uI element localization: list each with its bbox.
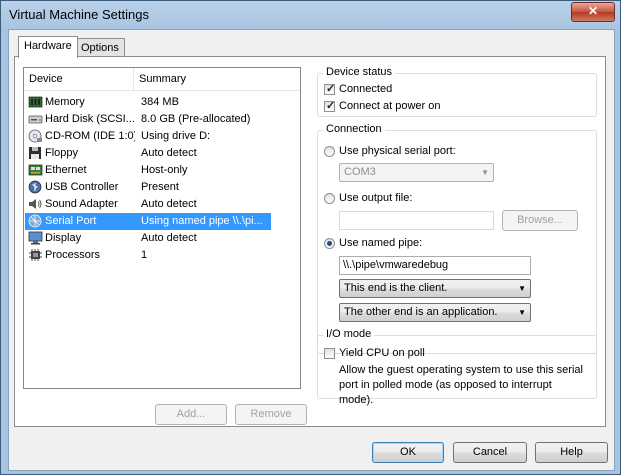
device-row-ethernet[interactable]: Ethernet Host-only (25, 162, 271, 179)
device-row-cdrom[interactable]: CD-ROM (IDE 1:0) Using drive D: (25, 128, 271, 145)
device-name: Ethernet (45, 164, 87, 176)
floppy-icon (29, 147, 41, 159)
device-name: Display (45, 232, 82, 244)
chevron-down-icon: ▼ (518, 308, 526, 317)
processor-icon (29, 249, 42, 261)
tab-hardware-label: Hardware (24, 40, 72, 52)
help-button[interactable]: Help (535, 442, 608, 463)
device-name: Memory (45, 96, 85, 108)
pipe-end-select[interactable]: This end is the client. ▼ (339, 279, 531, 298)
device-summary: 1 (141, 249, 148, 261)
check-icon: ✓ (326, 83, 336, 95)
device-status-label: Device status (323, 66, 396, 78)
io-mode-group: I/O mode Yield CPU on poll Allow the gue… (317, 328, 597, 406)
tab-options-label: Options (81, 42, 119, 54)
browse-button[interactable]: Browse... (502, 210, 578, 231)
chevron-down-icon: ▼ (518, 284, 526, 293)
chevron-down-icon: ▼ (481, 168, 489, 177)
device-name: Serial Port (45, 215, 97, 227)
physical-serial-port-label[interactable]: Use physical serial port: (339, 145, 456, 157)
device-name: Processors (45, 249, 101, 261)
device-summary: Auto detect (141, 232, 197, 244)
device-row-processors[interactable]: Processors 1 (25, 247, 271, 264)
connection-group: Connection Use physical serial port: COM… (317, 123, 597, 354)
tab-hardware[interactable]: Hardware (18, 36, 78, 58)
connected-label[interactable]: Connected (339, 83, 392, 95)
radio-selected-dot (327, 241, 332, 246)
speaker-icon (29, 199, 42, 209)
check-icon: ✓ (326, 100, 336, 112)
device-row-hard-disk[interactable]: Hard Disk (SCSI... 8.0 GB (Pre-allocated… (25, 111, 271, 128)
named-pipe-radio[interactable] (324, 238, 335, 249)
physical-port-select[interactable]: COM3 ▼ (339, 163, 494, 182)
named-pipe-label[interactable]: Use named pipe: (339, 237, 422, 249)
memory-icon (28, 96, 43, 108)
cancel-button[interactable]: Cancel (453, 442, 527, 463)
virtual-machine-settings-window: Virtual Machine Settings ✕ Hardware Opti… (0, 0, 621, 475)
other-end-select[interactable]: The other end is an application. ▼ (339, 303, 531, 322)
device-row-floppy[interactable]: Floppy Auto detect (25, 145, 271, 162)
connection-label: Connection (323, 123, 385, 135)
device-row-serial-port[interactable]: Serial Port Using named pipe \\.\pi... (25, 213, 271, 230)
device-summary: Using named pipe \\.\pi... (141, 215, 263, 227)
output-file-input[interactable] (339, 211, 494, 230)
device-name: USB Controller (45, 181, 119, 193)
device-name: CD-ROM (IDE 1:0) (45, 130, 135, 142)
device-summary: Auto detect (141, 198, 197, 210)
close-icon: ✕ (587, 4, 599, 18)
named-pipe-input[interactable]: \\.\pipe\vmwaredebug (339, 256, 531, 275)
window-title: Virtual Machine Settings (9, 7, 149, 22)
device-name: Floppy (45, 147, 79, 159)
device-list-header: Device Summary (24, 68, 300, 91)
device-summary: Auto detect (141, 147, 197, 159)
cdrom-icon (28, 129, 42, 143)
connected-checkbox[interactable]: ✓ (324, 83, 336, 95)
connect-at-power-on-label[interactable]: Connect at power on (339, 100, 441, 112)
device-row-display[interactable]: Display Auto detect (25, 230, 271, 247)
dialog-client-area: Hardware Options Device Summary Memory 3… (8, 29, 615, 471)
add-device-button[interactable]: Add... (155, 404, 227, 425)
yield-cpu-checkbox[interactable] (324, 348, 335, 359)
display-icon (28, 231, 43, 245)
io-mode-description: Allow the guest operating system to use … (339, 364, 583, 406)
device-name: Hard Disk (SCSI... (45, 113, 135, 125)
remove-device-button[interactable]: Remove (235, 404, 307, 425)
serial-port-icon (28, 214, 42, 228)
column-header-device[interactable]: Device (24, 68, 134, 90)
yield-cpu-label[interactable]: Yield CPU on poll (339, 347, 425, 359)
ethernet-icon (28, 164, 43, 176)
other-end-value: The other end is an application. (344, 306, 498, 318)
output-file-label[interactable]: Use output file: (339, 192, 412, 204)
device-list[interactable]: Device Summary Memory 384 MB Hard Disk (… (23, 67, 301, 389)
device-status-group: Device status ✓ Connected ✓ Connect at p… (317, 66, 597, 117)
hardware-tab-panel: Device Summary Memory 384 MB Hard Disk (… (14, 56, 606, 427)
io-mode-label: I/O mode (323, 328, 375, 340)
hard-disk-icon (28, 115, 43, 124)
device-summary: Using drive D: (141, 130, 211, 142)
title-bar[interactable]: Virtual Machine Settings ✕ (1, 1, 620, 29)
device-summary: 384 MB (141, 96, 179, 108)
connect-at-power-on-checkbox[interactable]: ✓ (324, 100, 336, 112)
device-row-sound-adapter[interactable]: Sound Adapter Auto detect (25, 196, 271, 213)
pipe-end-value: This end is the client. (344, 282, 448, 294)
device-summary: Host-only (141, 164, 188, 176)
physical-serial-port-radio[interactable] (324, 146, 335, 157)
ok-button[interactable]: OK (372, 442, 444, 463)
column-header-summary[interactable]: Summary (134, 68, 300, 90)
device-summary: Present (141, 181, 179, 193)
usb-icon (28, 180, 42, 194)
tab-options[interactable]: Options (75, 38, 125, 57)
device-name: Sound Adapter (45, 198, 118, 210)
output-file-radio[interactable] (324, 193, 335, 204)
close-button[interactable]: ✕ (571, 2, 615, 22)
device-row-memory[interactable]: Memory 384 MB (25, 94, 271, 111)
device-row-usb-controller[interactable]: USB Controller Present (25, 179, 271, 196)
physical-port-value: COM3 (344, 166, 376, 178)
device-summary: 8.0 GB (Pre-allocated) (141, 113, 251, 125)
